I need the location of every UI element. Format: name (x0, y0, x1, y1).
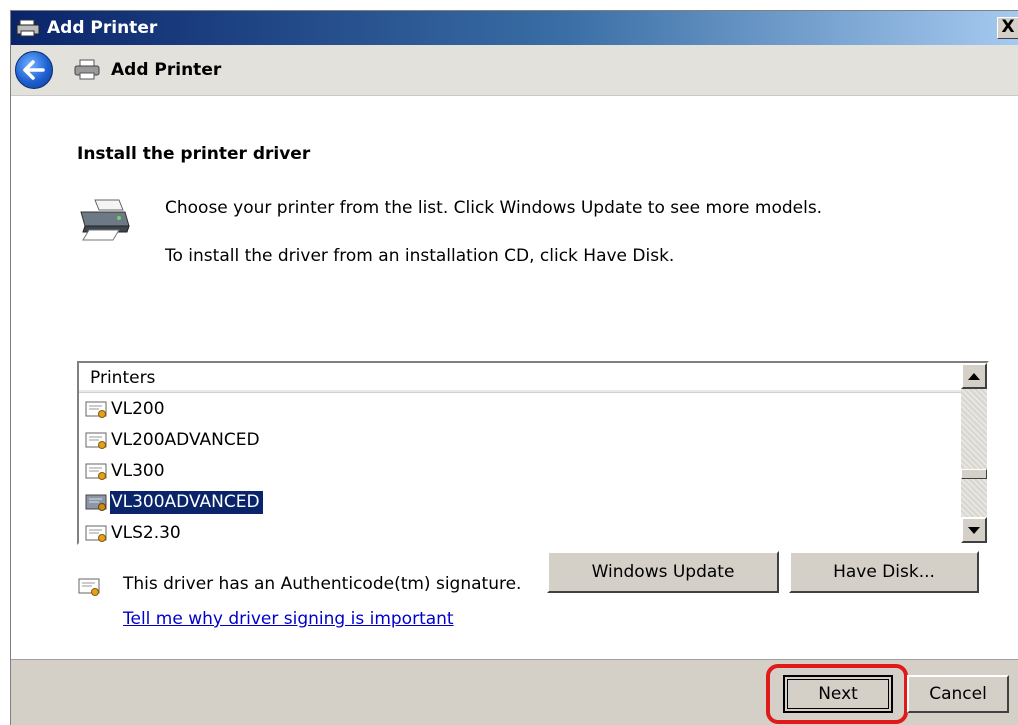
cancel-button[interactable]: Cancel (907, 675, 1009, 713)
list-item-selected[interactable]: VL300ADVANCED (79, 487, 963, 518)
wizard-content: Install the printer driver Choose your p… (11, 95, 1018, 660)
certificate-icon (77, 576, 103, 598)
certificate-icon (85, 463, 107, 480)
printer-install-icon (75, 196, 131, 242)
list-item[interactable]: VL200 (79, 394, 963, 425)
printer-name: VL300 (111, 461, 165, 481)
list-item[interactable]: VLS2.30 (79, 518, 963, 543)
add-printer-window: Add Printer X Add Printer Install the pr… (10, 10, 1018, 725)
scroll-up-button[interactable] (961, 363, 987, 389)
close-button[interactable]: X (997, 17, 1018, 39)
title-bar: Add Printer X (11, 11, 1018, 45)
printer-name: VL200 (111, 399, 165, 419)
description-text: To install the driver from an installati… (165, 246, 675, 266)
window-title: Add Printer (47, 18, 158, 38)
column-header-printers[interactable]: Printers (79, 363, 963, 393)
list-item[interactable]: VL200ADVANCED (79, 425, 963, 456)
signature-status-text: This driver has an Authenticode(tm) sign… (123, 574, 522, 594)
certificate-icon (85, 525, 107, 542)
scroll-down-button[interactable] (961, 517, 987, 543)
scrollbar-thumb[interactable] (961, 469, 987, 479)
certificate-icon (85, 401, 107, 418)
arrow-down-icon (968, 526, 980, 534)
printers-listbox[interactable]: Printers VL200 VL200ADVANCED VL300 VL300… (77, 361, 989, 545)
printer-name: VLS2.30 (111, 523, 181, 543)
back-button[interactable] (15, 51, 53, 89)
vertical-scrollbar[interactable] (961, 363, 987, 543)
certificate-icon (85, 494, 107, 511)
driver-signing-link[interactable]: Tell me why driver signing is important (123, 609, 454, 629)
back-arrow-icon (23, 60, 45, 80)
nav-title: Add Printer (111, 60, 222, 80)
certificate-icon (85, 432, 107, 449)
list-item[interactable]: VL300 (79, 456, 963, 487)
next-button[interactable]: Next (783, 675, 893, 713)
windows-update-button[interactable]: Windows Update (547, 551, 779, 593)
printer-icon (15, 17, 43, 39)
printer-name: VL300ADVANCED (110, 491, 263, 514)
wizard-footer: Next Cancel (11, 661, 1018, 725)
navigation-bar: Add Printer (11, 45, 1018, 95)
have-disk-button[interactable]: Have Disk... (789, 551, 979, 593)
printer-icon (73, 58, 101, 82)
printer-rows: VL200 VL200ADVANCED VL300 VL300ADVANCED … (79, 394, 963, 543)
page-title: Install the printer driver (77, 144, 311, 164)
printer-name: VL200ADVANCED (111, 430, 260, 450)
arrow-up-icon (968, 372, 980, 380)
description-text: Choose your printer from the list. Click… (165, 198, 823, 218)
